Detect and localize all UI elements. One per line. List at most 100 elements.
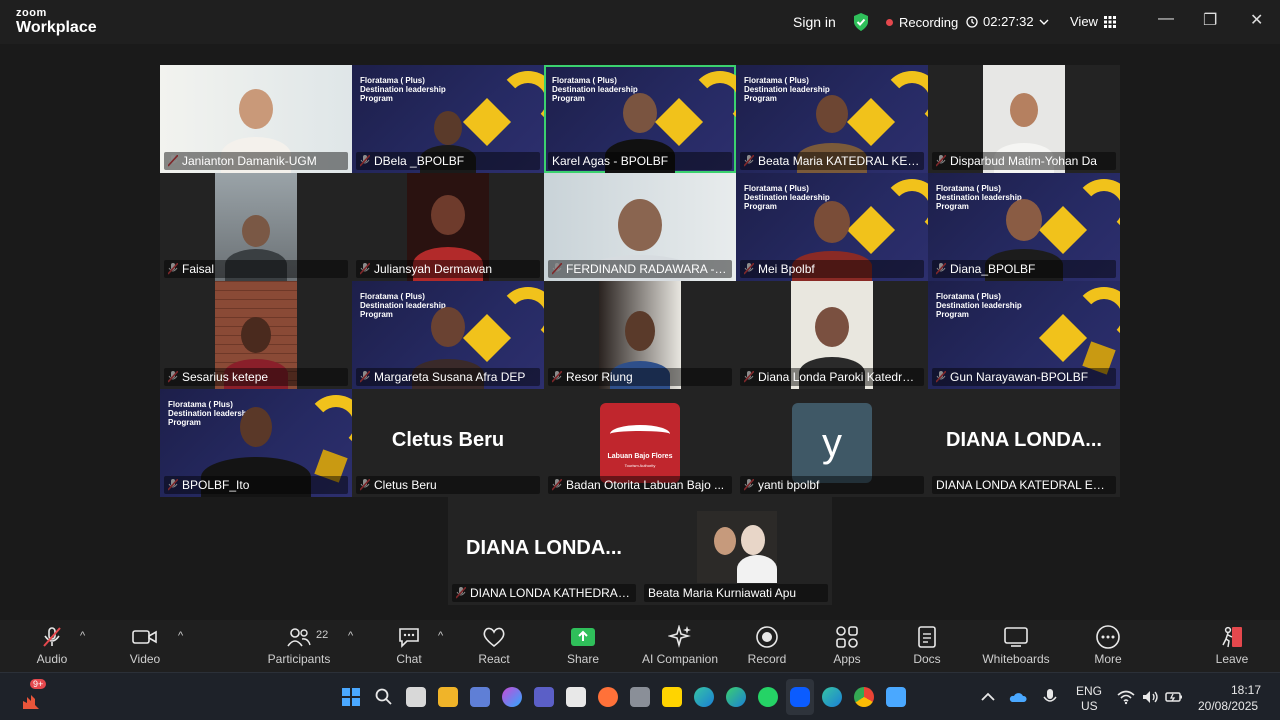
participant-tile[interactable]: Floratama ( Plus) Destination leadership… (160, 389, 352, 497)
participant-name: Karel Agas - BPOLBF (548, 152, 732, 170)
file-explorer-icon[interactable] (438, 687, 458, 707)
participant-name: DIANA LONDA KATEDRAL ENDE (932, 476, 1116, 494)
app-icon[interactable] (886, 687, 906, 707)
share-button[interactable]: Share (541, 624, 625, 666)
participant-name: Disparbud Matim-Yohan Da (932, 152, 1116, 170)
audio-options-caret-icon[interactable]: ^ (80, 630, 85, 642)
chat-options-caret-icon[interactable]: ^ (438, 630, 443, 642)
weather-widget[interactable]: 9+ (20, 679, 47, 711)
participants-count: 22 (316, 629, 329, 641)
ai-companion-button[interactable]: AI Companion (638, 624, 722, 666)
participant-tile[interactable]: Sesarius ketepe (160, 281, 352, 389)
banner-decoration (306, 395, 352, 455)
whatsapp-icon[interactable] (758, 687, 778, 707)
react-button[interactable]: React (452, 624, 536, 666)
restore-button[interactable]: ❐ (1203, 10, 1217, 30)
participant-tile[interactable]: Floratama ( Plus) Destination leadership… (736, 173, 928, 281)
video-button[interactable]: Video (103, 624, 187, 666)
participant-tile[interactable]: DIANA LONDA... DIANA LONDA KATEDRAL ENDE (928, 389, 1120, 497)
participant-name: Janianton Damanik-UGM (164, 152, 348, 170)
whiteboards-button[interactable]: Whiteboards (974, 624, 1058, 666)
chevron-up-icon[interactable] (978, 687, 998, 707)
volume-icon[interactable] (1140, 687, 1160, 707)
language-indicator[interactable]: ENG (1076, 684, 1102, 698)
participant-tile[interactable]: Juliansyah Dermawan (352, 173, 544, 281)
leave-button[interactable]: Leave (1190, 624, 1274, 666)
heart-icon (482, 624, 506, 650)
participant-tile-active-speaker[interactable]: Floratama ( Plus) Destination leadership… (544, 65, 736, 173)
react-label: React (478, 652, 510, 666)
participant-tile[interactable]: Disparbud Matim-Yohan Da (928, 65, 1120, 173)
participant-tile[interactable]: Cletus Beru Cletus Beru (352, 389, 544, 497)
calculator-icon[interactable] (630, 687, 650, 707)
apps-button[interactable]: Apps (805, 624, 889, 666)
recording-indicator[interactable]: Recording (886, 15, 958, 30)
participant-name: Beata Maria Kurniawati Apu (644, 584, 828, 602)
encryption-shield-icon[interactable] (852, 12, 870, 32)
participant-face (625, 311, 655, 351)
teams-icon[interactable] (534, 687, 554, 707)
participant-tile[interactable]: Faisal (160, 173, 352, 281)
battery-icon[interactable] (1164, 687, 1184, 707)
participant-tile[interactable]: DIANA LONDA... DIANA LONDA KATHEDRAL ... (448, 497, 640, 605)
participants-options-caret-icon[interactable]: ^ (348, 630, 353, 642)
participant-name: BPOLBF_Ito (164, 476, 348, 494)
document-icon (917, 624, 937, 650)
participant-tile[interactable]: Floratama ( Plus) Destination leadership… (352, 281, 544, 389)
browser-icon[interactable] (822, 687, 842, 707)
zoom-app-icon[interactable] (790, 687, 810, 707)
video-options-caret-icon[interactable]: ^ (178, 630, 183, 642)
participant-video (697, 511, 777, 583)
wifi-icon[interactable] (1116, 687, 1136, 707)
clock-time[interactable]: 18:17 (1231, 683, 1261, 697)
more-button[interactable]: More (1066, 624, 1150, 666)
sign-in-button[interactable]: Sign in (793, 14, 836, 30)
participant-tile[interactable]: Diana Londa Paroki Katedral... (736, 281, 928, 389)
participants-icon (287, 624, 311, 650)
minimize-button[interactable]: — (1158, 10, 1174, 28)
title-bar: zoom Workplace Sign in Recording 02:27:3… (0, 0, 1280, 44)
participant-body (737, 555, 777, 583)
participant-tile[interactable]: Resor Riung (544, 281, 736, 389)
view-button[interactable]: View (1070, 14, 1116, 29)
participant-tile[interactable]: Janianton Damanik-UGM (160, 65, 352, 173)
participant-face (431, 195, 465, 235)
sticky-notes-icon[interactable] (662, 687, 682, 707)
app-icon[interactable] (470, 687, 490, 707)
participant-tile[interactable]: y yanti bpolbf (736, 389, 928, 497)
copilot-icon[interactable] (502, 687, 522, 707)
participant-tile[interactable]: Labuan Bajo Flores Tourism Authority Bad… (544, 389, 736, 497)
edge-icon[interactable] (694, 687, 714, 707)
windows-start-icon[interactable] (341, 687, 361, 707)
participant-tile[interactable]: Floratama ( Plus) Destination leadership… (928, 281, 1120, 389)
participant-tile[interactable]: FERDINAND RADAWARA - D... (544, 173, 736, 281)
record-label: Record (747, 652, 787, 666)
sparkle-icon (668, 624, 692, 650)
avatar-logo-subtext: Tourism Authority (624, 463, 656, 468)
gallery-view: Janianton Damanik-UGM Floratama ( Plus) … (0, 44, 1280, 620)
banner-title: Floratama ( Plus) Destination leadership… (360, 76, 446, 103)
participant-tile[interactable]: Beata Maria Kurniawati Apu (640, 497, 832, 605)
participant-tile[interactable]: Floratama ( Plus) Destination leadership… (352, 65, 544, 173)
onedrive-cloud-icon[interactable] (1008, 687, 1028, 707)
participant-tile[interactable]: Floratama ( Plus) Destination leadership… (928, 173, 1120, 281)
record-button[interactable]: Record (725, 624, 809, 666)
participant-tile[interactable]: Floratama ( Plus) Destination leadership… (736, 65, 928, 173)
muted-microphone-icon (41, 624, 63, 650)
participants-button[interactable]: Participants (257, 624, 341, 666)
close-window-button[interactable]: ✕ (1250, 10, 1263, 30)
search-icon[interactable] (374, 687, 394, 707)
firefox-icon[interactable] (598, 687, 618, 707)
chrome-icon[interactable] (854, 687, 874, 707)
meeting-timer[interactable]: 02:27:32 (966, 14, 1049, 29)
meeting-toolbar: Audio ^ Video ^ Participants 22 ^ Chat ^… (0, 620, 1280, 672)
participant-display-name: Cletus Beru (391, 429, 505, 451)
participant-face (815, 307, 849, 347)
task-view-icon[interactable] (406, 687, 426, 707)
leave-label: Leave (1215, 652, 1249, 666)
grid-icon (1103, 15, 1116, 28)
microphone-icon[interactable] (1040, 687, 1060, 707)
docs-button[interactable]: Docs (885, 624, 969, 666)
edge-dev-icon[interactable] (726, 687, 746, 707)
store-icon[interactable] (566, 687, 586, 707)
